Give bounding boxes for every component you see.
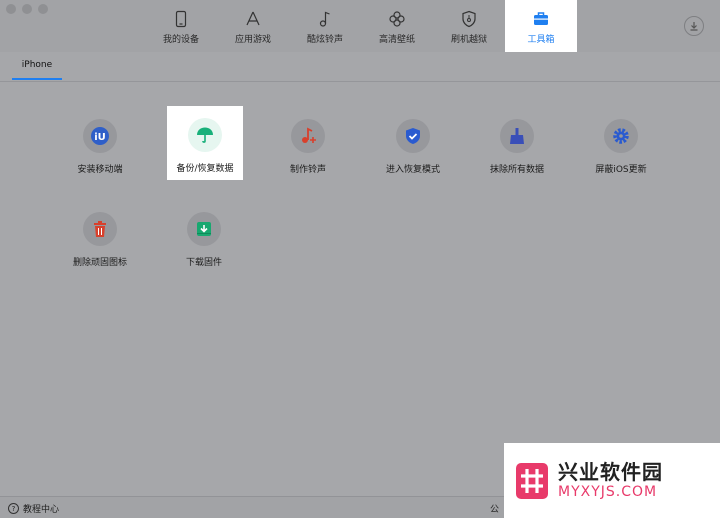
music-note-icon xyxy=(319,11,330,27)
broom-icon xyxy=(510,128,524,144)
toolbox-icon xyxy=(534,12,548,25)
tool-label: 抹除所有数据 xyxy=(489,165,544,175)
nav-wallpapers[interactable]: 高清壁纸 xyxy=(361,0,433,52)
tool-label: 制作铃声 xyxy=(289,165,326,175)
tool-make-ringtone[interactable]: 制作铃声 xyxy=(263,119,353,175)
zoom-window-button[interactable] xyxy=(38,4,48,14)
nav-label: 高清壁纸 xyxy=(378,35,415,45)
close-window-button[interactable] xyxy=(6,4,16,14)
tool-delete-stubborn-icon[interactable]: 删除顽固图标 xyxy=(55,212,145,268)
nav-label: 刷机越狱 xyxy=(450,35,487,45)
tool-download-firmware[interactable]: 下载固件 xyxy=(159,212,249,268)
gear-icon xyxy=(613,128,629,144)
watermark-name-en: MYXYJS.COM xyxy=(558,484,658,501)
download-manager-button[interactable] xyxy=(684,16,704,36)
nav-label: 应用游戏 xyxy=(234,35,271,45)
watermark-name-cn: 兴业软件园 xyxy=(558,460,663,485)
phone-icon xyxy=(175,10,187,28)
shield-check-icon xyxy=(406,128,420,144)
umbrella-icon xyxy=(197,127,213,143)
tool-label: 进入恢复模式 xyxy=(385,165,440,175)
hash-logo-icon xyxy=(516,462,548,499)
tool-recovery-mode[interactable]: 进入恢复模式 xyxy=(368,119,458,175)
app-store-icon xyxy=(246,11,260,26)
nav-label: 我的设备 xyxy=(162,35,199,45)
tool-backup-restore[interactable]: 备份/恢复数据 xyxy=(167,106,243,180)
tool-erase-all-data[interactable]: 抹除所有数据 xyxy=(472,119,562,175)
question-icon: ? xyxy=(8,503,19,514)
nav-flash-jailbreak[interactable]: 刷机越狱 xyxy=(433,0,505,52)
iu-app-icon: iU xyxy=(91,127,109,145)
nav-ringtones[interactable]: 酷炫铃声 xyxy=(289,0,361,52)
tool-label: 屏蔽iOS更新 xyxy=(595,165,647,175)
download-box-icon xyxy=(197,222,211,236)
tab-iphone[interactable]: iPhone xyxy=(12,60,62,80)
help-center-label: 教程中心 xyxy=(23,505,60,515)
music-plus-icon xyxy=(302,127,316,143)
tool-label: 安装移动端 xyxy=(77,165,123,175)
minimize-window-button[interactable] xyxy=(22,4,32,14)
nav-toolbox[interactable]: 工具箱 xyxy=(505,0,577,52)
trash-icon xyxy=(94,221,106,237)
help-center-link[interactable]: ? 教程中心 xyxy=(8,502,59,515)
device-tabs: iPhone xyxy=(0,52,720,82)
tool-block-ios-update[interactable]: 屏蔽iOS更新 xyxy=(576,119,666,175)
tool-label: 备份/恢复数据 xyxy=(176,164,234,174)
tool-label: 删除顽固图标 xyxy=(72,258,127,268)
top-toolbar: 我的设备 应用游戏 酷炫铃声 高清壁纸 刷机越狱 工具箱 xyxy=(0,0,720,52)
shield-icon xyxy=(462,10,476,28)
nav-label: 工具箱 xyxy=(527,35,555,45)
clover-icon xyxy=(389,11,405,27)
main-nav: 我的设备 应用游戏 酷炫铃声 高清壁纸 刷机越狱 工具箱 xyxy=(145,0,577,52)
tool-label: 下载固件 xyxy=(185,258,222,268)
nav-apps-games[interactable]: 应用游戏 xyxy=(217,0,289,52)
announcement-label[interactable]: 公 xyxy=(490,502,499,515)
nav-my-device[interactable]: 我的设备 xyxy=(145,0,217,52)
window-controls xyxy=(6,4,48,14)
tool-install-mobile[interactable]: iU 安装移动端 xyxy=(55,119,145,175)
svg-text:iU: iU xyxy=(94,132,106,143)
nav-label: 酷炫铃声 xyxy=(306,35,343,45)
download-icon xyxy=(690,22,698,31)
watermark: 兴业软件园 MYXYJS.COM xyxy=(504,443,720,518)
